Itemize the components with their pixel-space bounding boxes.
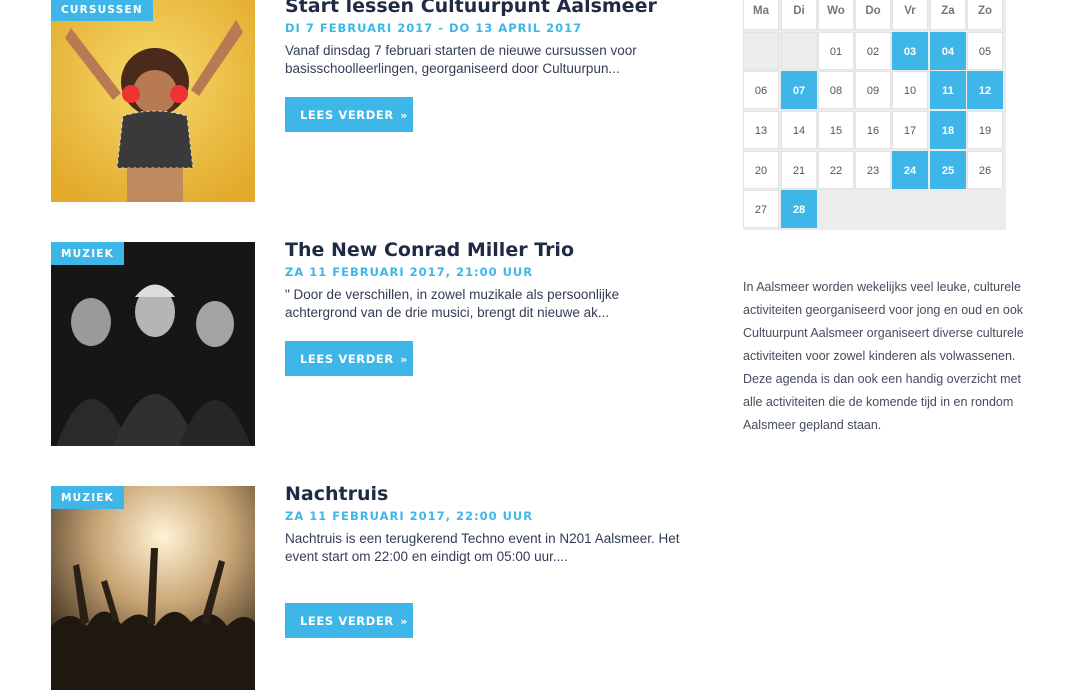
event-image-child-headphones[interactable]: CURSUSSEN — [51, 0, 255, 202]
read-more-button[interactable]: LEES VERDER » — [285, 97, 413, 132]
event-title[interactable]: Nachtruis — [285, 483, 388, 505]
category-badge[interactable]: CURSUSSEN — [51, 0, 153, 21]
calendar-empty-cell — [781, 32, 817, 70]
calendar-day: 23 — [855, 151, 891, 189]
calendar-day-with-event[interactable]: 18 — [930, 111, 966, 149]
calendar-day-with-event[interactable]: 11 — [930, 71, 966, 109]
event-description: Vanaf dinsdag 7 februari starten de nieu… — [285, 43, 637, 76]
calendar-day: 14 — [781, 111, 817, 149]
calendar-day-with-event[interactable]: 24 — [892, 151, 928, 189]
calendar-day: 20 — [743, 151, 779, 189]
read-more-label: LEES VERDER — [300, 613, 394, 628]
event-title[interactable]: Start lessen Cultuurpunt Aalsmeer — [285, 0, 657, 17]
double-chevron-right-icon: » — [395, 614, 408, 628]
calendar-day: 08 — [818, 71, 854, 109]
weekday-header: Do — [855, 0, 891, 30]
calendar-day: 05 — [967, 32, 1003, 70]
calendar-day: 17 — [892, 111, 928, 149]
read-more-label: LEES VERDER — [300, 351, 394, 366]
calendar-day: 13 — [743, 111, 779, 149]
event-description: " Door de verschillen, in zowel muzikale… — [285, 287, 620, 320]
weekday-header: Zo — [967, 0, 1003, 30]
weekday-header: Di — [781, 0, 817, 30]
calendar-day-with-event[interactable]: 12 — [967, 71, 1003, 109]
weekday-header: Za — [930, 0, 966, 30]
calendar-day: 21 — [781, 151, 817, 189]
calendar-day: 06 — [743, 71, 779, 109]
calendar-widget: Ma Di Wo Do Vr Za Zo 01 02 03 04 05 06 07 08 09 10 11 12 13… — [743, 0, 1006, 230]
calendar-day: 09 — [855, 71, 891, 109]
category-badge[interactable]: MUZIEK — [51, 486, 125, 509]
calendar-day: 19 — [967, 111, 1003, 149]
calendar-day: 27 — [743, 190, 779, 228]
event-date: ZA 11 FEBRUARI 2017, 22:00 UUR — [285, 509, 534, 523]
event-title[interactable]: The New Conrad Miller Trio — [285, 239, 574, 261]
event-item: MUZIEK Nachtruis ZA 11 FEBRUARI 2017, 22… — [51, 483, 701, 690]
calendar-day-with-event[interactable]: 25 — [930, 151, 966, 189]
category-badge[interactable]: MUZIEK — [51, 242, 125, 265]
event-image-trio-photo[interactable]: MUZIEK — [51, 242, 255, 446]
calendar-day: 15 — [818, 111, 854, 149]
weekday-header: Wo — [818, 0, 854, 30]
event-date: DI 7 FEBRUARI 2017 - DO 13 APRIL 2017 — [285, 21, 583, 35]
weekday-header: Vr — [892, 0, 928, 30]
calendar-day: 02 — [855, 32, 891, 70]
calendar-day: 22 — [818, 151, 854, 189]
event-date: ZA 11 FEBRUARI 2017, 21:00 UUR — [285, 265, 534, 279]
event-image-crowd[interactable]: MUZIEK — [51, 486, 255, 690]
event-item: MUZIEK The New Conrad Miller Trio ZA 11 … — [51, 239, 701, 446]
weekday-header: Ma — [743, 0, 779, 30]
calendar-day-with-event[interactable]: 28 — [781, 190, 817, 228]
double-chevron-right-icon: » — [395, 108, 408, 122]
calendar-day: 16 — [855, 111, 891, 149]
read-more-button[interactable]: LEES VERDER » — [285, 603, 413, 638]
calendar-day: 10 — [892, 71, 928, 109]
calendar-day-with-event[interactable]: 07 — [781, 71, 817, 109]
double-chevron-right-icon: » — [395, 352, 408, 366]
read-more-button[interactable]: LEES VERDER » — [285, 341, 413, 376]
calendar-day: 01 — [818, 32, 854, 70]
calendar-empty-cell — [743, 32, 779, 70]
read-more-label: LEES VERDER — [300, 107, 394, 122]
calendar-day-with-event[interactable]: 04 — [930, 32, 966, 70]
agenda-intro-text: In Aalsmeer worden wekelijks veel leuke,… — [743, 280, 1024, 432]
calendar-day-with-event[interactable]: 03 — [892, 32, 928, 70]
event-item: CURSUSSEN Start lessen Cultuurpunt Aalsm… — [51, 0, 701, 202]
event-description: Nachtruis is een terugkerend Techno even… — [285, 531, 680, 564]
calendar-day: 26 — [967, 151, 1003, 189]
